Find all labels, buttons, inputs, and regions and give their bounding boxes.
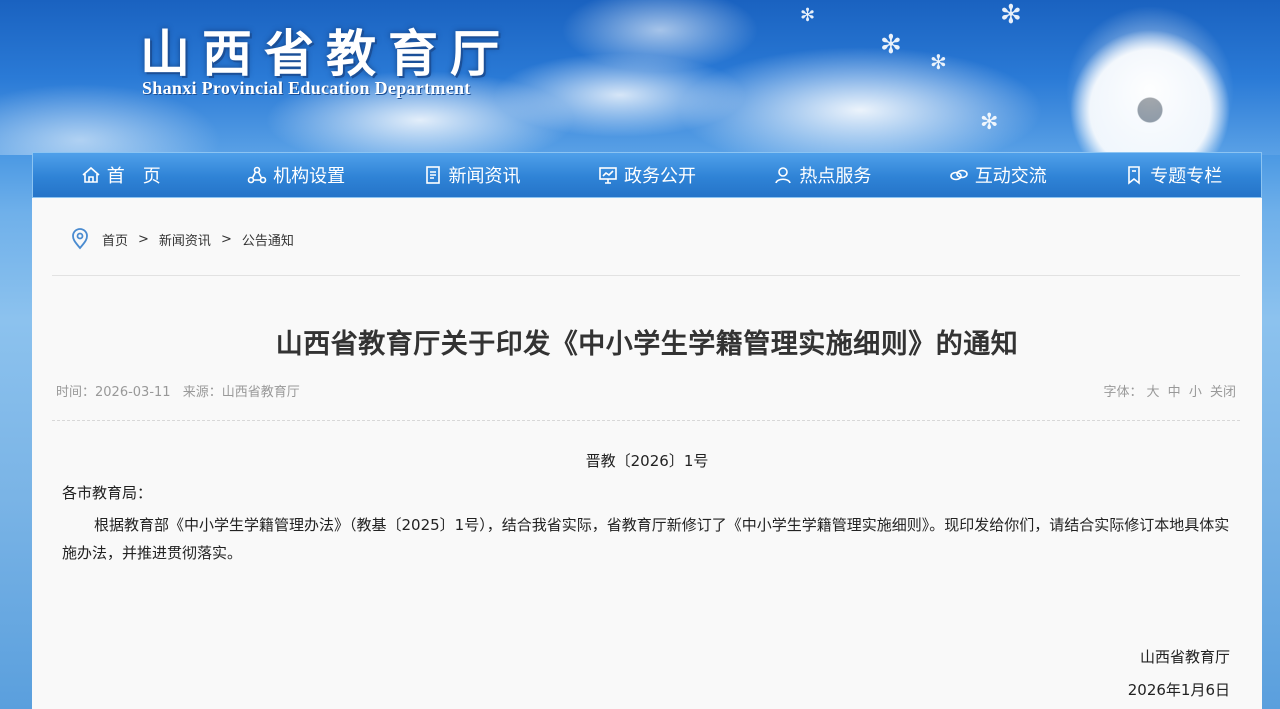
nav-item-home[interactable]: 首 页	[33, 153, 208, 197]
nav-item-label: 热点服务	[799, 166, 872, 187]
nav-item-org[interactable]: 机构设置	[208, 153, 383, 197]
seed-decoration: ✻	[930, 50, 947, 74]
article-body: 根据教育部《中小学生学籍管理办法》（教基〔2025〕1号），结合我省实际，省教育…	[62, 516, 1230, 562]
seed-decoration: ✻	[800, 5, 816, 26]
nav-item-interact[interactable]: 互动交流	[910, 153, 1085, 197]
header-banner: ✻ ✻ ✻ ✻ ✻ 山西省教育厅 Shanxi Provincial Educa…	[0, 0, 1280, 190]
nav-item-label: 机构设置	[273, 166, 346, 187]
nav-item-label: 专题专栏	[1150, 166, 1223, 187]
home-icon	[82, 166, 100, 183]
breadcrumb-separator: >	[220, 231, 232, 247]
org-structure-icon	[247, 166, 267, 184]
addressee: 各市教育局：	[62, 484, 153, 502]
signature: 山西省教育厅	[1139, 648, 1230, 666]
nav-item-label: 互动交流	[974, 166, 1047, 187]
site-logo-cn[interactable]: 山西省教育厅	[140, 14, 512, 86]
nav-item-gov[interactable]: 政务公开	[559, 153, 734, 197]
article-meta: 时间：2026-03-11 来源：山西省教育厅	[56, 381, 308, 400]
breadcrumb: 首页 > 新闻资讯 > 公告通知	[70, 228, 294, 250]
nav-item-topics[interactable]: 专题专栏	[1086, 153, 1261, 197]
breadcrumb-separator: >	[138, 231, 149, 247]
link-icon	[950, 169, 968, 181]
article-title: 山西省教育厅关于印发《中小学生学籍管理实施细则》的通知	[275, 329, 1019, 360]
chart-board-icon	[599, 167, 617, 184]
nav-item-news[interactable]: 新闻资讯	[384, 153, 559, 197]
document-icon	[425, 166, 440, 184]
divider	[52, 275, 1240, 276]
font-medium-button[interactable]: 中	[1168, 385, 1181, 400]
breadcrumb-news[interactable]: 新闻资讯	[159, 230, 211, 249]
bookmark-icon	[1128, 166, 1141, 185]
dashed-divider	[52, 420, 1240, 421]
document-date: 2026年1月6日	[1127, 681, 1230, 699]
seed-decoration: ✻	[880, 30, 902, 60]
location-pin-icon	[72, 228, 88, 250]
site-logo-en: Shanxi Provincial Education Department	[142, 78, 471, 98]
nav-item-service[interactable]: 热点服务	[735, 153, 910, 197]
nav-item-label: 新闻资讯	[448, 166, 521, 187]
font-size-control: 字体： 大 中 小 关闭	[1104, 381, 1237, 400]
nav-item-label: 首 页	[106, 166, 161, 187]
font-size-label: 字体：	[1103, 385, 1143, 400]
nav-item-label: 政务公开	[623, 166, 696, 187]
breadcrumb-notice[interactable]: 公告通知	[242, 230, 294, 249]
breadcrumb-home[interactable]: 首页	[102, 230, 128, 249]
document-number: 晋教〔2026〕1号	[585, 452, 709, 470]
main-nav: 首 页 机构设置 新闻资讯 政务公开 热点服务 互动交流 专题专栏	[32, 152, 1262, 198]
close-window-button[interactable]: 关闭	[1210, 385, 1236, 400]
publish-time: 时间：2026-03-11	[56, 385, 171, 400]
seed-decoration: ✻	[980, 110, 999, 135]
user-service-icon	[775, 167, 792, 184]
font-small-button[interactable]: 小	[1189, 385, 1202, 400]
content-panel: 首页 > 新闻资讯 > 公告通知 山西省教育厅关于印发《中小学生学籍管理实施细则…	[32, 198, 1262, 709]
font-large-button[interactable]: 大	[1147, 385, 1160, 400]
seed-decoration: ✻	[1000, 0, 1022, 30]
article-source: 来源：山西省教育厅	[182, 385, 300, 400]
